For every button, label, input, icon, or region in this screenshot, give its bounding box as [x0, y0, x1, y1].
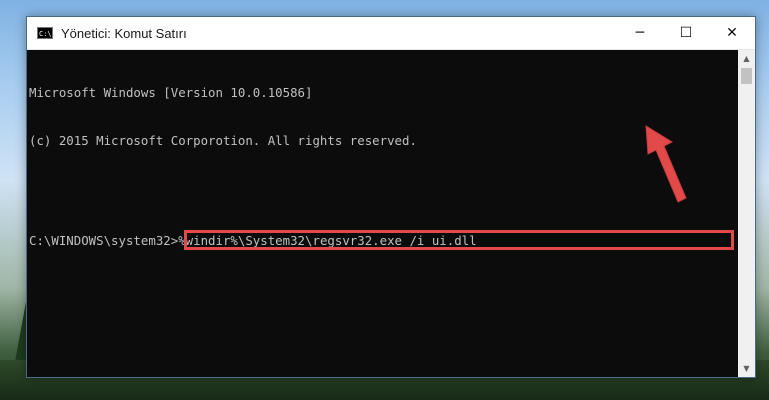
maximize-button[interactable]: ☐: [663, 17, 709, 49]
scroll-down-button[interactable]: ▼: [738, 360, 755, 377]
command-highlight-box: [184, 230, 734, 250]
chevron-down-icon: ▼: [743, 364, 750, 373]
console-line: Microsoft Windows [Version 10.0.10586]: [29, 85, 313, 100]
console-line: (c) 2015 Microsoft Corporotion. All righ…: [29, 133, 417, 148]
maximize-icon: ☐: [679, 25, 693, 41]
scrollbar-thumb[interactable]: [741, 68, 752, 84]
title-bar[interactable]: C:\ Yönetici: Komut Satırı ─ ☐ ✕: [27, 17, 755, 50]
close-icon: ✕: [726, 25, 738, 41]
prompt-text: C:\WINDOWS\system32>: [29, 233, 179, 248]
close-button[interactable]: ✕: [709, 17, 755, 49]
console-output[interactable]: Microsoft Windows [Version 10.0.10586] (…: [27, 50, 738, 377]
scroll-up-button[interactable]: ▲: [738, 50, 755, 67]
prompt-line: C:\WINDOWS\system32> %windir%\System32\re…: [29, 229, 738, 253]
minimize-button[interactable]: ─: [617, 17, 663, 49]
minimize-icon: ─: [635, 25, 645, 41]
annotation-arrow-icon: [645, 125, 687, 203]
window-controls: ─ ☐ ✕: [617, 17, 755, 49]
vertical-scrollbar[interactable]: ▲ ▼: [738, 50, 755, 377]
window-title: Yönetici: Komut Satırı: [61, 25, 187, 41]
cmd-icon: C:\: [37, 27, 53, 39]
chevron-up-icon: ▲: [743, 54, 750, 63]
